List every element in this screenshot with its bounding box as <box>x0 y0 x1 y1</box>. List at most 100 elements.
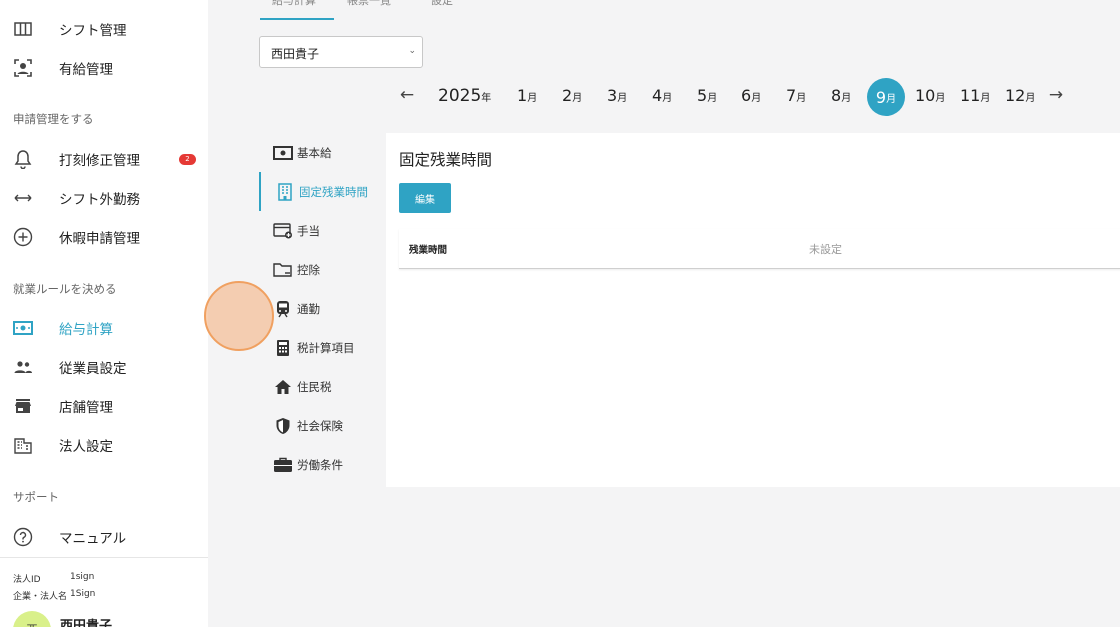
corp-id-label: 法人ID <box>13 575 41 585</box>
month-8[interactable]: 8月 <box>831 86 851 105</box>
bell-icon <box>12 148 34 170</box>
employee-select-value: 西田貴子 <box>271 47 320 61</box>
shield-icon <box>273 416 293 436</box>
sidebar-item-shift[interactable]: シフト管理 <box>0 13 208 45</box>
sidebar-item-label: シフト外勤務 <box>59 192 140 208</box>
money-icon <box>12 317 34 339</box>
month-number: 2 <box>562 86 573 105</box>
sidebar-item-label: 有給管理 <box>59 62 113 78</box>
year-label: 2025年 <box>438 86 491 106</box>
submenu-commute[interactable]: 通勤 <box>259 289 385 328</box>
money-icon <box>273 143 293 163</box>
month-number: 4 <box>652 86 663 105</box>
employee-select[interactable]: 西田貴子 ⌄ <box>259 36 423 68</box>
month-7[interactable]: 7月 <box>786 86 806 105</box>
edit-button[interactable]: 編集 <box>399 183 451 213</box>
submenu-social-insurance[interactable]: 社会保険 <box>259 406 385 445</box>
month-5[interactable]: 5月 <box>697 86 717 105</box>
sidebar-item-payroll[interactable]: 給与計算 <box>0 312 208 344</box>
sidebar-item-label: 従業員設定 <box>59 361 127 377</box>
submenu-label: 手当 <box>297 223 320 238</box>
month-number: 11 <box>960 86 981 105</box>
month-number: 1 <box>517 86 528 105</box>
prev-year-arrow-icon[interactable]: ← <box>397 85 417 105</box>
sidebar-item-leave-request[interactable]: 休暇申請管理 <box>0 221 208 253</box>
month-suffix: 月 <box>617 93 628 104</box>
sidebar-item-label: 店舗管理 <box>59 400 113 416</box>
sidebar-item-label: マニュアル <box>59 531 127 547</box>
sidebar-item-employees[interactable]: 従業員設定 <box>0 351 208 383</box>
plus-circle-icon <box>12 226 34 248</box>
corp-id: 法人ID 1sign <box>13 572 94 585</box>
submenu-label: 住民税 <box>297 379 332 394</box>
briefcase-icon <box>273 455 293 475</box>
company-label: 企業・法人名 <box>13 592 68 602</box>
submenu-deduction[interactable]: 控除 <box>259 250 385 289</box>
tab-settings[interactable]: 設定 <box>431 0 453 8</box>
month-suffix: 月 <box>707 93 718 104</box>
month-11[interactable]: 11月 <box>960 86 990 105</box>
month-suffix: 月 <box>751 93 762 104</box>
content-panel: 固定残業時間 編集 残業時間 未設定 <box>386 133 1120 487</box>
submenu-label: 税計算項目 <box>297 340 355 355</box>
company-value: 1Sign <box>70 589 96 599</box>
arrows-horizontal-icon <box>12 187 34 209</box>
month-number: 8 <box>831 86 842 105</box>
calculator-icon <box>273 338 293 358</box>
submenu-resident-tax[interactable]: 住民税 <box>259 367 385 406</box>
sidebar-item-paid-leave[interactable]: 有給管理 <box>0 52 208 84</box>
month-2[interactable]: 2月 <box>562 86 582 105</box>
month-10[interactable]: 10月 <box>915 86 945 105</box>
submenu-allowance[interactable]: 手当 <box>259 211 385 250</box>
next-year-arrow-icon[interactable]: → <box>1046 85 1066 105</box>
month-number: 9 <box>875 87 887 107</box>
month-6[interactable]: 6月 <box>741 86 761 105</box>
train-icon <box>273 299 293 319</box>
submenu-label: 社会保険 <box>297 418 343 433</box>
tab-reports[interactable]: 帳票一覧 <box>347 0 391 8</box>
company-name: 企業・法人名 1Sign <box>13 589 95 602</box>
sidebar-item-label: 打刻修正管理 <box>59 153 140 169</box>
submenu-fixed-overtime[interactable]: 固定残業時間 <box>259 172 385 211</box>
month-suffix: 月 <box>572 93 583 104</box>
month-number: 10 <box>915 86 936 105</box>
building-icon <box>12 434 34 456</box>
row-value: 未設定 <box>809 243 842 256</box>
active-tab-indicator <box>260 18 334 20</box>
sidebar-item-extra-shift[interactable]: シフト外勤務 <box>0 182 208 214</box>
corp-id-value: 1sign <box>70 572 95 582</box>
submenu-base-salary[interactable]: 基本給 <box>259 133 385 172</box>
month-suffix: 月 <box>796 93 807 104</box>
row-label: 残業時間 <box>409 245 448 256</box>
people-icon <box>12 356 34 378</box>
submenu-label: 基本給 <box>297 145 332 160</box>
submenu-working-conditions[interactable]: 労働条件 <box>259 445 385 484</box>
month-suffix: 月 <box>1025 93 1036 104</box>
sidebar-item-stores[interactable]: 店舗管理 <box>0 390 208 422</box>
user-name: 西田貴子 <box>60 619 113 627</box>
year-suffix: 年 <box>481 93 492 104</box>
month-3[interactable]: 3月 <box>607 86 627 105</box>
avatar[interactable]: 西 <box>13 611 51 627</box>
tab-payroll[interactable]: 給与計算 <box>272 0 316 8</box>
sidebar-item-corporate[interactable]: 法人設定 <box>0 429 208 461</box>
month-suffix: 月 <box>527 93 538 104</box>
month-number: 12 <box>1005 86 1026 105</box>
month-suffix: 月 <box>662 93 673 104</box>
month-number: 6 <box>741 86 752 105</box>
columns-icon <box>12 18 34 40</box>
submenu-label: 通勤 <box>297 301 320 316</box>
sidebar-item-clock-fix[interactable]: 打刻修正管理 2 <box>0 143 208 175</box>
submenu-tax-items[interactable]: 税計算項目 <box>259 328 385 367</box>
month-4[interactable]: 4月 <box>652 86 672 105</box>
month-9[interactable]: 9月 <box>867 78 905 116</box>
sidebar-item-manual[interactable]: マニュアル <box>0 521 208 553</box>
office-building-icon <box>275 182 295 202</box>
month-12[interactable]: 12月 <box>1005 86 1035 105</box>
notification-badge: 2 <box>179 153 196 165</box>
month-number: 5 <box>697 86 708 105</box>
month-1[interactable]: 1月 <box>517 86 537 105</box>
section-heading-support: サポート <box>13 490 59 504</box>
section-heading-rules: 就業ルールを決める <box>13 282 117 296</box>
sidebar-item-label: 休暇申請管理 <box>59 231 140 247</box>
